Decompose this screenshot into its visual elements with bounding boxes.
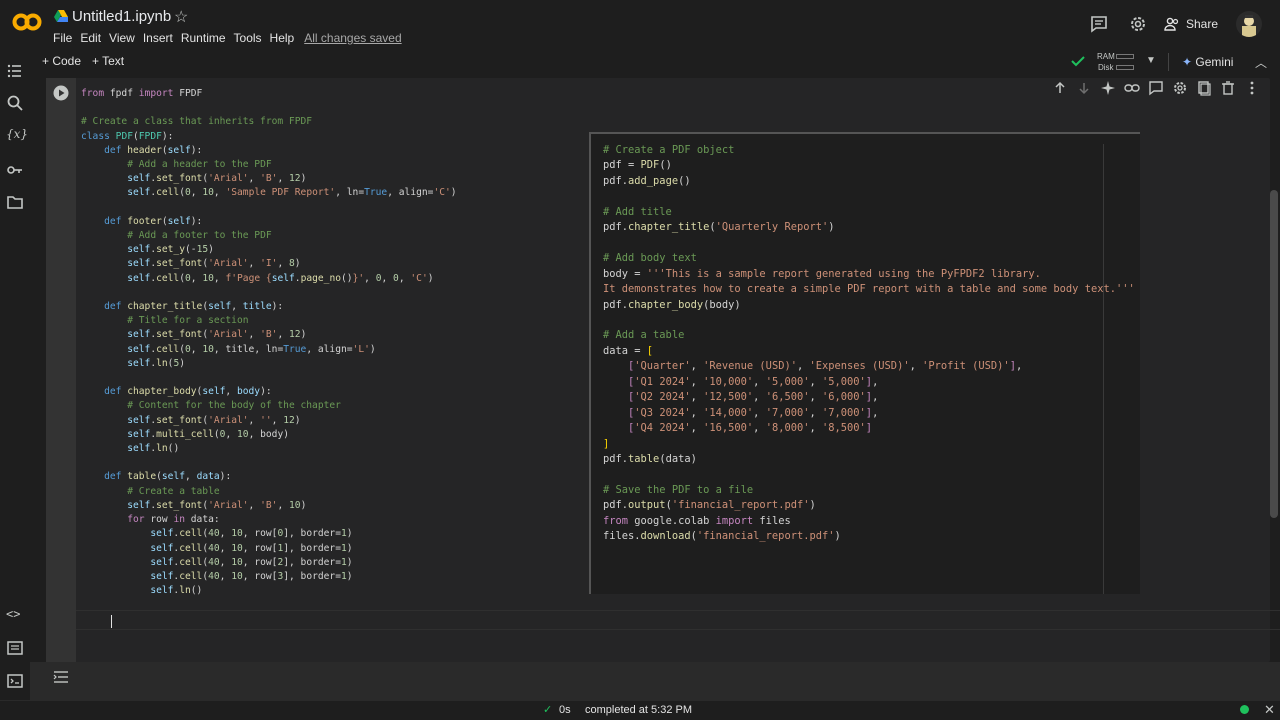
menu-runtime[interactable]: Runtime — [181, 31, 226, 45]
save-status-link[interactable]: All changes saved — [304, 31, 401, 45]
menu-tools[interactable]: Tools — [234, 31, 262, 45]
top-bar: Untitled1.ipynb ☆ File Edit View Insert … — [0, 0, 1280, 50]
menu-file[interactable]: File — [53, 31, 72, 45]
left-sidebar: {x} <> — [0, 50, 30, 700]
menu-view[interactable]: View — [109, 31, 135, 45]
gear-icon[interactable] — [1172, 80, 1188, 96]
menu-edit[interactable]: Edit — [80, 31, 101, 45]
terminal-icon[interactable] — [6, 672, 24, 690]
add-code-label: Code — [52, 54, 82, 68]
status-check-icon: ✓ — [543, 704, 553, 716]
check-icon — [1071, 56, 1085, 67]
command-palette-icon[interactable] — [6, 639, 24, 657]
sparkle-icon[interactable] — [1100, 80, 1116, 96]
comment-icon[interactable] — [1089, 14, 1109, 34]
sparkle-icon: ✦ — [1182, 55, 1193, 69]
link-icon[interactable] — [1124, 80, 1140, 96]
disk-bar — [1116, 65, 1134, 70]
delete-icon[interactable] — [1220, 80, 1236, 96]
toolbar-divider — [1168, 53, 1169, 71]
more-options-icon[interactable] — [1244, 80, 1260, 96]
cell-gutter — [46, 78, 76, 662]
collapse-chevron-icon[interactable]: ︿ — [1255, 54, 1267, 71]
scrollbar[interactable] — [1270, 190, 1278, 518]
move-down-icon[interactable] — [1076, 80, 1092, 96]
overlay-source-code[interactable]: # Create a PDF object pdf = PDF() pdf.ad… — [603, 143, 1135, 545]
folder-icon[interactable] — [6, 193, 24, 211]
text-cursor — [111, 615, 112, 628]
empty-code-cell[interactable] — [76, 610, 1280, 630]
add-text-button[interactable]: + Text — [92, 54, 124, 68]
disk-label: Disk — [1098, 63, 1114, 72]
menu-insert[interactable]: Insert — [143, 31, 173, 45]
status-bar: ✓ 0s completed at 5:32 PM ✕ — [0, 700, 1280, 720]
search-icon[interactable] — [6, 94, 24, 112]
notebook-title[interactable]: Untitled1.ipynb — [72, 8, 171, 25]
table-of-contents-icon[interactable] — [6, 62, 24, 80]
add-text-label: Text — [102, 54, 125, 68]
share-button[interactable]: Share — [1164, 13, 1218, 35]
avatar[interactable] — [1236, 11, 1262, 37]
code-cell[interactable]: from fpdf import FPDF # Create a class t… — [46, 78, 1270, 662]
notebook-area: from fpdf import FPDF # Create a class t… — [30, 76, 1280, 700]
execution-status[interactable]: completed at 5:32 PM — [585, 704, 692, 716]
run-cell-button[interactable] — [53, 85, 69, 101]
connection-status-dot — [1240, 705, 1249, 714]
code-snippets-icon[interactable]: <> — [6, 607, 24, 625]
code-overlay-panel[interactable]: # Create a PDF object pdf = PDF() pdf.ad… — [589, 132, 1140, 594]
cell-source-code[interactable]: from fpdf import FPDF # Create a class t… — [81, 87, 457, 598]
cell-output-bar — [30, 662, 1280, 700]
share-label: Share — [1186, 17, 1219, 31]
execution-duration: 0s — [559, 704, 571, 716]
drive-icon — [54, 10, 68, 22]
key-icon[interactable] — [6, 161, 24, 179]
add-code-button[interactable]: + Code — [42, 54, 81, 68]
variables-icon[interactable]: {x} — [6, 127, 28, 145]
comment-icon[interactable] — [1148, 80, 1164, 96]
gemini-button[interactable]: ✦ Gemini — [1182, 55, 1233, 69]
colab-logo[interactable] — [12, 12, 42, 32]
ram-label: RAM — [1097, 52, 1115, 61]
settings-icon[interactable] — [1128, 14, 1148, 34]
output-toggle-icon[interactable] — [53, 670, 69, 684]
gemini-label: Gemini — [1195, 55, 1234, 69]
resource-dropdown-icon[interactable]: ▼ — [1146, 55, 1156, 66]
mirror-cell-icon[interactable] — [1196, 80, 1212, 96]
cell-toolbar — [1052, 80, 1260, 96]
people-icon — [1164, 17, 1179, 31]
ram-bar — [1116, 54, 1134, 59]
close-icon[interactable]: ✕ — [1264, 702, 1275, 718]
notebook-toolbar: + Code + Text — [30, 50, 1280, 74]
menu-help[interactable]: Help — [270, 31, 295, 45]
star-icon[interactable]: ☆ — [174, 7, 188, 27]
menu-bar: File Edit View Insert Runtime Tools Help… — [53, 31, 410, 45]
move-up-icon[interactable] — [1052, 80, 1068, 96]
